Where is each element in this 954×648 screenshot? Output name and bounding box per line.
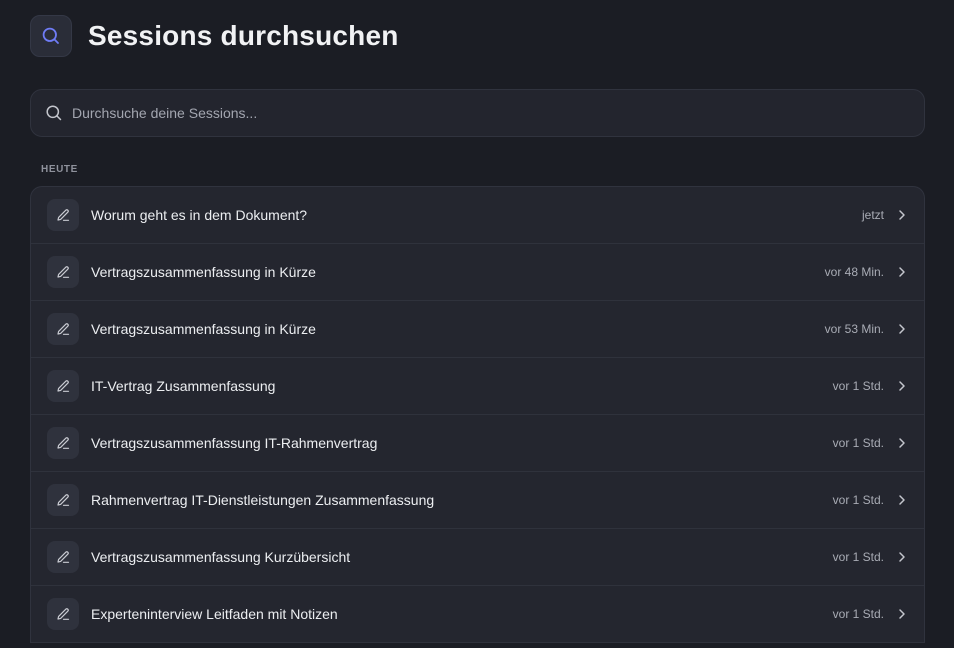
session-item[interactable]: IT-Vertrag Zusammenfassung vor 1 Std. [31, 358, 924, 415]
session-item[interactable]: Vertragszusammenfassung IT-Rahmenvertrag… [31, 415, 924, 472]
session-item[interactable]: Rahmenvertrag IT-Dienstleistungen Zusamm… [31, 472, 924, 529]
chevron-right-icon [898, 209, 908, 221]
page-title: Sessions durchsuchen [88, 19, 399, 51]
session-title: Rahmenvertrag IT-Dienstleistungen Zusamm… [91, 492, 435, 508]
search-icon [30, 14, 72, 57]
pencil-icon [47, 313, 79, 345]
session-timestamp: jetzt [861, 208, 884, 222]
session-title: Vertragszusammenfassung Kurzübersicht [91, 549, 351, 565]
pencil-icon [47, 256, 79, 288]
pencil-icon [47, 484, 79, 516]
pencil-icon [47, 541, 79, 573]
session-item[interactable]: Experteninterview Leitfaden mit Notizen … [31, 586, 924, 643]
pencil-icon [47, 370, 79, 402]
session-timestamp: vor 1 Std. [832, 436, 884, 450]
session-title: Vertragszusammenfassung IT-Rahmenvertrag [91, 435, 378, 451]
chevron-right-icon [898, 380, 908, 392]
chevron-right-icon [898, 323, 908, 335]
pencil-icon [47, 598, 79, 630]
session-item[interactable]: Vertragszusammenfassung Kurzübersicht vo… [31, 529, 924, 586]
session-item[interactable]: Worum geht es in dem Dokument? jetzt [31, 187, 924, 244]
chevron-right-icon [898, 266, 908, 278]
session-title: IT-Vertrag Zusammenfassung [91, 378, 276, 394]
session-title: Vertragszusammenfassung in Kürze [91, 321, 316, 337]
page-header: Sessions durchsuchen [30, 0, 925, 72]
session-timestamp: vor 1 Std. [832, 607, 884, 621]
pencil-icon [47, 427, 79, 459]
chevron-right-icon [898, 437, 908, 449]
chevron-right-icon [898, 494, 908, 506]
search-input[interactable] [72, 90, 924, 136]
session-list: Worum geht es in dem Dokument? jetzt Ver… [30, 186, 925, 643]
pencil-icon [47, 199, 79, 231]
search-icon [45, 104, 63, 122]
section-label-today: HEUTE [41, 164, 78, 175]
chevron-right-icon [898, 551, 908, 563]
session-timestamp: vor 1 Std. [832, 379, 884, 393]
search-bar[interactable] [30, 89, 925, 137]
session-timestamp: vor 1 Std. [832, 493, 884, 507]
session-title: Worum geht es in dem Dokument? [91, 207, 308, 223]
session-timestamp: vor 53 Min. [824, 322, 884, 336]
session-timestamp: vor 1 Std. [832, 550, 884, 564]
session-timestamp: vor 48 Min. [824, 265, 884, 279]
session-title: Vertragszusammenfassung in Kürze [91, 264, 316, 280]
chevron-right-icon [898, 608, 908, 620]
sessions-page: Sessions durchsuchen HEUTE Worum geht es… [0, 0, 954, 648]
session-title: Experteninterview Leitfaden mit Notizen [91, 606, 338, 622]
session-item[interactable]: Vertragszusammenfassung in Kürze vor 48 … [31, 244, 924, 301]
session-item[interactable]: Vertragszusammenfassung in Kürze vor 53 … [31, 301, 924, 358]
